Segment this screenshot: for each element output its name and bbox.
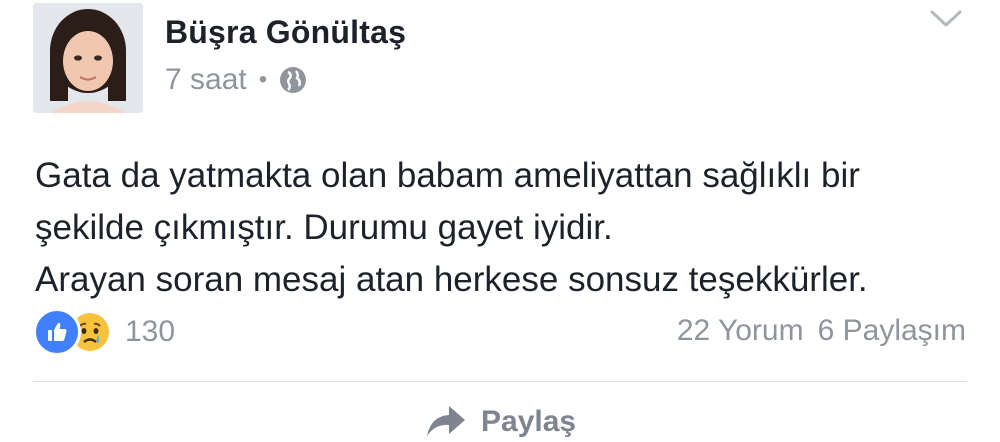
meta-separator: • xyxy=(258,66,268,93)
post-text-line: şekilde çıkmıştır. Durumu gayet iyidir. xyxy=(35,208,613,247)
comment-count[interactable]: 22 Yorum xyxy=(677,314,804,347)
avatar[interactable] xyxy=(33,3,143,113)
engagement-stats: 22 Yorum 6 Paylaşım xyxy=(677,314,966,348)
reactions-summary[interactable]: 130 xyxy=(33,308,175,356)
reaction-count: 130 xyxy=(125,315,176,348)
post-text: Gata da yatmakta olan babam ameliyattan … xyxy=(35,150,975,306)
chevron-down-icon[interactable] xyxy=(928,8,964,30)
facebook-post: Büşra Gönültaş 7 saat • Gata da yatmakta… xyxy=(0,0,1000,438)
divider xyxy=(33,381,967,382)
author-name[interactable]: Büşra Gönültaş xyxy=(165,14,406,51)
post-text-line: Gata da yatmakta olan babam ameliyattan … xyxy=(35,156,860,195)
share-button[interactable]: Paylaş xyxy=(425,402,576,442)
post-meta: 7 saat • xyxy=(165,62,307,98)
post-time[interactable]: 7 saat xyxy=(165,63,247,97)
globe-icon xyxy=(280,67,307,93)
like-reaction-icon xyxy=(33,308,81,356)
share-button-label: Paylaş xyxy=(481,405,577,438)
post-text-line: Arayan soran mesaj atan herkese sonsuz t… xyxy=(35,260,868,299)
share-count[interactable]: 6 Paylaşım xyxy=(818,314,966,347)
